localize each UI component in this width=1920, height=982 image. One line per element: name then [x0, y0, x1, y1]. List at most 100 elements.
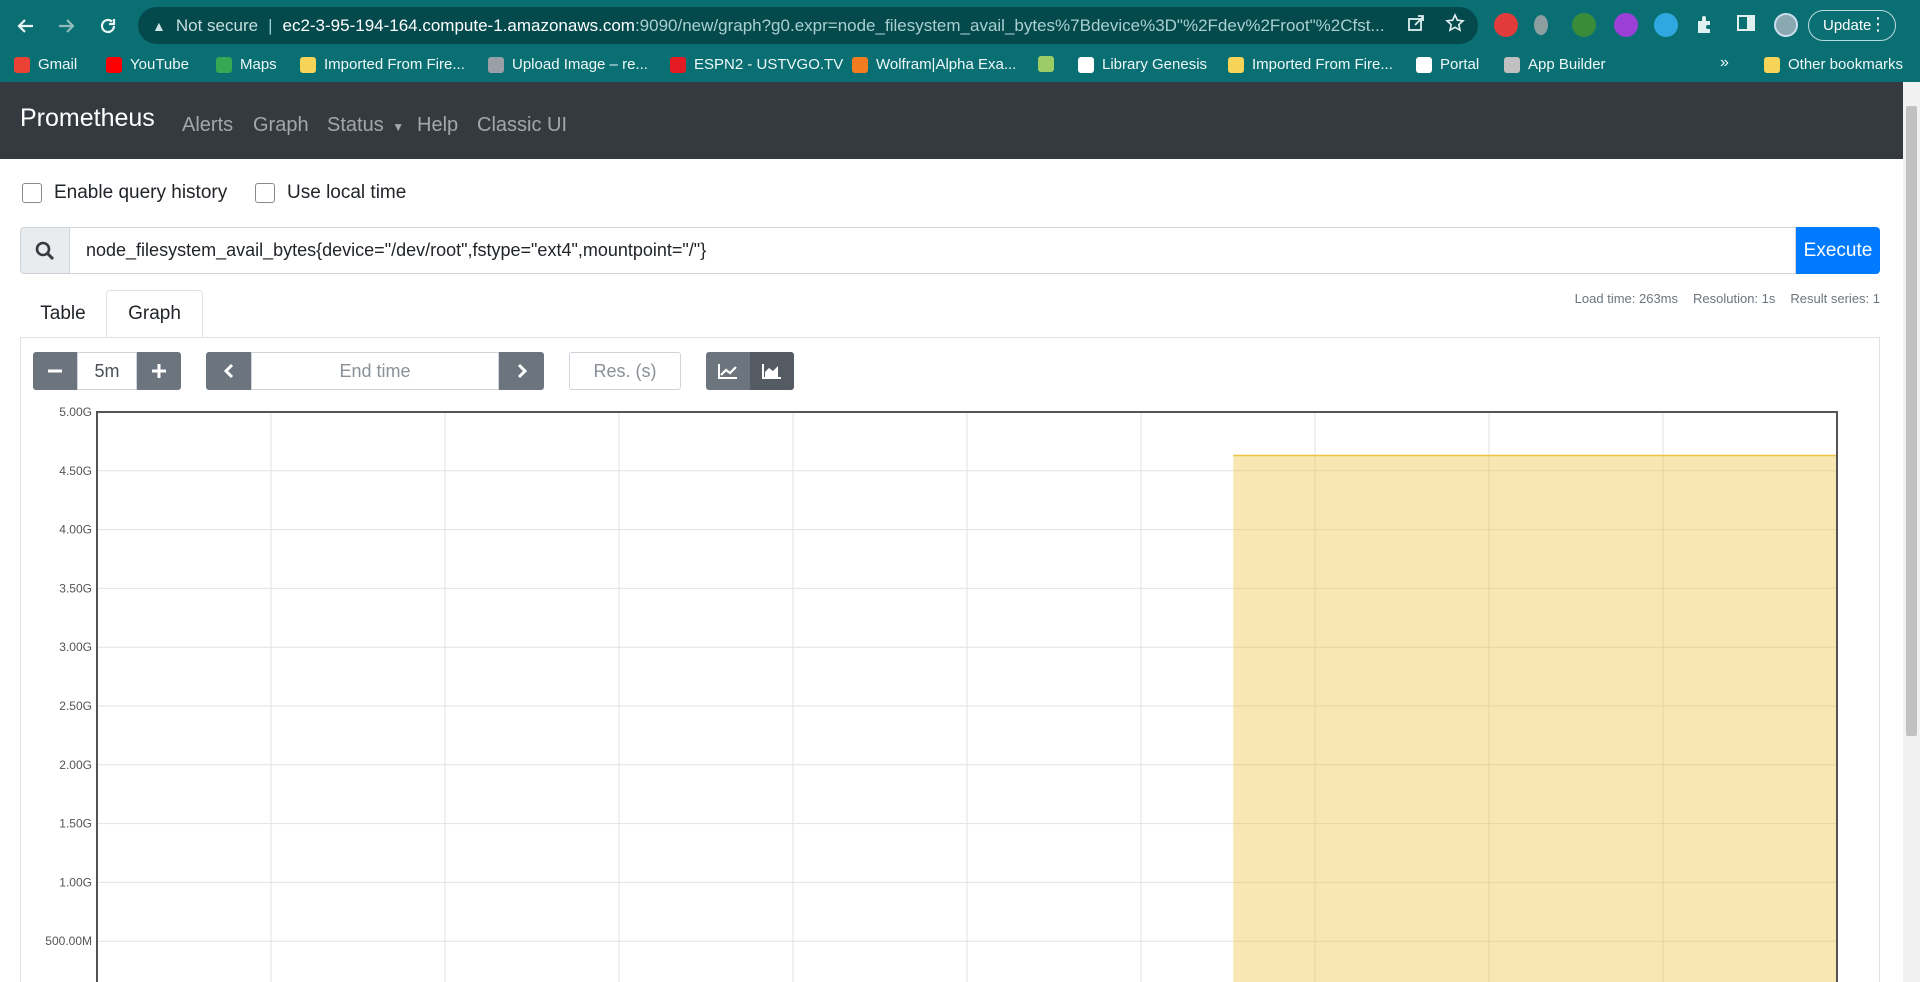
tab-graph[interactable]: Graph — [106, 290, 203, 338]
bookmark-favicon-icon — [1228, 56, 1244, 73]
area-chart-icon — [762, 364, 781, 379]
previous-time-button[interactable] — [206, 352, 251, 390]
resolution-stat: Resolution: 1s — [1693, 291, 1776, 306]
bookmark-favicon-icon — [14, 56, 30, 73]
bookmark-item[interactable]: Imported From Fire... — [1228, 56, 1393, 73]
minus-icon — [48, 369, 62, 373]
purple-extension-icon[interactable] — [1614, 13, 1638, 37]
update-button[interactable]: Update ⋮ — [1808, 10, 1896, 41]
bookmark-item[interactable]: ESPN2 - USTVGO.TV — [670, 56, 843, 73]
bookmark-favicon-icon — [1504, 56, 1520, 73]
bookmarks-overflow-button[interactable]: » — [1720, 54, 1729, 72]
resolution-control: Res. (s) — [569, 352, 681, 390]
resolution-input[interactable]: Res. (s) — [569, 352, 681, 390]
address-bar[interactable]: ▲ Not secure | ec2-3-95-194-164.compute-… — [138, 7, 1478, 44]
share-icon[interactable] — [1406, 13, 1426, 39]
checkbox-box[interactable] — [22, 183, 42, 203]
bookmark-favicon-icon — [488, 56, 504, 73]
nav-alerts[interactable]: Alerts — [182, 114, 233, 137]
line-chart-button[interactable] — [706, 352, 750, 390]
expression-input[interactable]: node_filesystem_avail_bytes{device="/dev… — [70, 227, 1796, 274]
bookmark-label: Imported From Fire... — [1252, 56, 1393, 73]
bookmark-label: Wolfram|Alpha Exa... — [876, 56, 1017, 73]
use-local-time-label: Use local time — [287, 182, 407, 203]
bookmark-favicon-icon — [1038, 56, 1054, 72]
bookmark-item[interactable]: Upload Image – re... — [488, 56, 648, 73]
page-scrollbar[interactable] — [1903, 82, 1920, 982]
url-path: :9090/new/graph?g0.expr=node_filesystem_… — [634, 15, 1385, 35]
search-icon — [20, 227, 70, 274]
reload-icon[interactable] — [92, 10, 124, 42]
checkbox-box[interactable] — [255, 183, 275, 203]
nav-status-dropdown[interactable]: Status ▼ — [327, 114, 404, 137]
y-tick-label: 5.00G — [59, 405, 92, 419]
use-local-time-checkbox[interactable]: Use local time — [255, 182, 406, 204]
stacked-chart-button[interactable] — [750, 352, 794, 390]
extension-icon[interactable] — [1534, 15, 1548, 35]
bookmark-item[interactable]: Imported From Fire... — [300, 56, 465, 73]
url-host: ec2-3-95-194-164.compute-1.amazonaws.com — [282, 15, 635, 35]
query-bar: node_filesystem_avail_bytes{device="/dev… — [20, 227, 1880, 274]
star-icon[interactable] — [1445, 13, 1465, 39]
chart-type-toggle — [706, 352, 794, 390]
result-series: Result series: 1 — [1790, 291, 1880, 306]
bookmark-favicon-icon — [670, 56, 686, 73]
bookmark-label: Portal — [1440, 56, 1480, 73]
bookmark-label: Library Genesis — [1102, 56, 1208, 73]
nav-help[interactable]: Help — [417, 114, 458, 137]
bookmark-label: YouTube — [130, 56, 189, 73]
line-chart-icon — [718, 364, 737, 379]
next-time-button[interactable] — [499, 352, 544, 390]
tab-table[interactable]: Table — [20, 290, 106, 338]
forward-icon[interactable] — [50, 10, 82, 42]
edge-extension-icon[interactable] — [1654, 13, 1678, 37]
bookmarks-bar: » Other bookmarks Gmail YouTube Maps Import… — [0, 50, 1920, 82]
adblock-extension-icon[interactable] — [1494, 13, 1518, 37]
decrease-range-button[interactable] — [33, 352, 77, 390]
bookmark-item[interactable]: Portal — [1416, 56, 1479, 73]
y-tick-label: 2.50G — [59, 699, 92, 713]
bookmark-favicon-icon — [106, 56, 122, 73]
warning-icon: ▲ — [152, 17, 166, 34]
bookmark-item[interactable]: Gmail — [14, 56, 77, 73]
back-icon[interactable] — [10, 10, 42, 42]
series-area — [1233, 455, 1837, 982]
scrollbar-thumb[interactable] — [1906, 106, 1917, 736]
bookmark-favicon-icon — [852, 56, 868, 73]
range-control: 5m — [33, 352, 181, 390]
bookmark-item[interactable]: Library Genesis — [1078, 56, 1207, 73]
increase-range-button[interactable] — [137, 352, 181, 390]
profile-avatar[interactable] — [1774, 13, 1798, 37]
execute-button[interactable]: Execute — [1796, 227, 1880, 274]
enable-query-history-checkbox[interactable]: Enable query history — [22, 182, 227, 204]
bookmark-favicon-icon — [1416, 56, 1432, 73]
y-tick-label: 4.00G — [59, 523, 92, 537]
end-time-input[interactable]: End time — [251, 352, 499, 390]
tree-extension-icon[interactable] — [1572, 13, 1596, 37]
nav-graph[interactable]: Graph — [253, 114, 309, 137]
brand-logo[interactable]: Prometheus — [20, 104, 155, 133]
bookmark-item[interactable] — [1038, 56, 1062, 72]
bookmark-label: Maps — [240, 56, 277, 73]
bookmark-favicon-icon — [300, 56, 316, 73]
url-separator: | — [268, 15, 273, 35]
bookmark-favicon-icon — [1078, 56, 1094, 73]
browser-toolbar: ▲ Not secure | ec2-3-95-194-164.compute-… — [0, 0, 1920, 50]
bookmark-label: App Builder — [1528, 56, 1606, 73]
bookmark-item[interactable]: YouTube — [106, 56, 189, 73]
chevron-right-icon — [517, 363, 527, 379]
menu-icon[interactable]: ⋮ — [1869, 14, 1887, 35]
nav-classic-ui[interactable]: Classic UI — [477, 114, 567, 137]
bookmark-label: Upload Image – re... — [512, 56, 648, 73]
other-bookmarks-label: Other bookmarks — [1788, 56, 1904, 73]
range-input[interactable]: 5m — [77, 352, 137, 390]
other-bookmarks-folder[interactable]: Other bookmarks — [1764, 56, 1903, 73]
y-tick-label: 4.50G — [59, 464, 92, 478]
bookmark-item[interactable]: Maps — [216, 56, 277, 73]
bookmark-item[interactable]: Wolfram|Alpha Exa... — [852, 56, 1016, 73]
side-panel-icon[interactable] — [1736, 13, 1756, 39]
puzzle-icon[interactable] — [1694, 13, 1716, 41]
end-time-control: End time — [206, 352, 544, 390]
graph-chart[interactable]: 5.00G 4.50G 4.00G 3.50G 3.00G 2.50G 2.00G 1.50G… — [30, 400, 1850, 982]
bookmark-item[interactable]: App Builder — [1504, 56, 1606, 73]
